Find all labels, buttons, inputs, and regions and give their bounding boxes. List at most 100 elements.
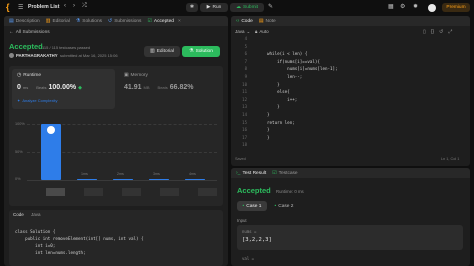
code-line: i++; <box>267 96 298 102</box>
lock-icon: 🔒︎ <box>255 29 258 34</box>
expand-icon[interactable]: ⤢ <box>448 29 452 35</box>
histogram-cell <box>122 188 141 196</box>
chart-bar-2ms[interactable] <box>113 178 133 180</box>
document-icon: ▤ <box>9 17 14 24</box>
submission-status: Accepted <box>9 42 43 51</box>
clock-icon: ◷ <box>17 73 22 78</box>
prev-problem-icon[interactable]: ‹ <box>64 3 66 9</box>
histogram-cell <box>160 188 179 196</box>
tab-solutions[interactable]: ⚗ Solutions <box>76 18 102 24</box>
case-2-tab[interactable]: • Case 2 <box>269 201 299 211</box>
tab-editorial[interactable]: ▥ Editorial <box>46 18 70 24</box>
submission-panel: ▤ Description ▥ Editorial ⚗ Solutions ↺ Subm… <box>4 16 228 266</box>
runtime-distribution-chart: 100% 50% 0% 1ms 2ms 3ms 4ms <box>9 122 223 206</box>
menu-icon[interactable]: ☰ <box>18 4 23 11</box>
submitted-time: submitted at Mar 16, 2025 15:06 <box>60 53 118 58</box>
arrow-left-icon: ← <box>9 30 14 35</box>
code-line: } <box>267 112 270 117</box>
editor-tab-bar: ‹› Code ▤ Note <box>231 16 470 26</box>
next-problem-icon[interactable]: › <box>73 3 75 9</box>
line-number: 7 <box>244 58 247 64</box>
line-number: 15 <box>242 119 247 125</box>
premium-button[interactable]: Premium <box>442 3 470 12</box>
avatar[interactable] <box>428 4 436 12</box>
submit-button[interactable]: ☁ Submit <box>230 3 264 12</box>
leetcode-logo-icon[interactable]: { <box>6 3 14 12</box>
test-tab-bar: ›_ Test Result ☑ Testcase <box>231 168 470 178</box>
chevron-down-icon: ⌄ <box>246 29 251 34</box>
line-number: 9 <box>244 74 247 79</box>
code-line-1: class Solution { <box>15 229 56 234</box>
editor-panel: ‹› Code ▤ Note Java ⌄ 🔒︎ Auto ▯ {} ↺ ⤢ 4 5 6 wh… <box>231 16 470 166</box>
dot-icon: • <box>242 203 245 209</box>
runtime-value-row: 0 ms Beats 100.00% ◆ <box>17 84 82 91</box>
chart-bar-3ms[interactable] <box>149 178 169 180</box>
param-value: [3,2,2,3] <box>242 237 272 243</box>
bookmark-icon[interactable]: ▯ <box>423 29 426 35</box>
histogram-cell <box>46 188 65 196</box>
input-box: nums = [3,2,2,3] <box>237 225 463 250</box>
line-number: 14 <box>242 112 247 117</box>
leaf-icon: ◆ <box>78 85 82 91</box>
tab-test-result[interactable]: ›_ Test Result <box>236 170 266 176</box>
test-runtime: Runtime: 0 ms <box>276 189 304 194</box>
line-number: 4 <box>244 36 247 41</box>
runtime-value: 0 <box>17 84 21 91</box>
book-open-icon: ▥ <box>149 48 155 54</box>
analyze-complexity-link[interactable]: ✦ Analyze Complexity <box>17 98 57 103</box>
line-number: 10 <box>242 81 247 87</box>
editorial-button[interactable]: ▥ Editorial <box>144 46 180 57</box>
auto-mode[interactable]: 🔒︎ Auto <box>255 29 269 34</box>
fire-icon[interactable]: ✹ <box>413 3 418 10</box>
chart-bar-4ms[interactable] <box>185 178 205 180</box>
runtime-card[interactable]: ◷ Runtime 0 ms Beats 100.00% ◆ ✦ Analyze C… <box>12 69 115 109</box>
memory-card[interactable]: ▣ Memory 41.91 MB Beats 66.82% <box>119 69 220 109</box>
y-axis-label-mid: 50% <box>15 150 23 154</box>
tab-note[interactable]: ▤ Note <box>258 17 276 24</box>
reset-icon[interactable]: ↺ <box>439 29 443 35</box>
debug-button[interactable]: ✱ <box>186 3 198 12</box>
all-submissions-link[interactable]: ← All Submissions <box>9 30 50 35</box>
run-label: Run <box>212 5 222 10</box>
notes-icon[interactable]: ✎ <box>268 3 273 10</box>
code-viewer: Code Java class Solution { public int re… <box>9 210 223 266</box>
code-line-4: int len=nums.length; <box>15 250 86 255</box>
shuffle-icon[interactable]: ⤮ <box>82 3 87 10</box>
code-line: if(nums[i]==val){ <box>267 58 320 64</box>
case-1-tab[interactable]: • Case 1 <box>237 201 267 211</box>
note-icon: ▤ <box>258 17 264 24</box>
problem-list-link[interactable]: Problem List <box>28 4 59 10</box>
braces-icon[interactable]: {} <box>431 29 434 35</box>
x-axis-label: 4ms <box>189 172 196 176</box>
language-select[interactable]: Java ⌄ <box>235 29 250 35</box>
flask-icon: ⚗ <box>189 48 194 54</box>
close-tab-icon[interactable]: × <box>178 19 181 24</box>
tab-submissions[interactable]: ↺ Submissions <box>108 18 141 24</box>
runtime-heading: ◷ Runtime <box>17 73 42 78</box>
x-axis-label: 3ms <box>153 172 160 176</box>
code-line: len--; <box>267 74 303 79</box>
memory-beats: 66.82% <box>169 84 194 91</box>
histogram-cell <box>103 188 122 196</box>
tab-description[interactable]: ▤ Description <box>9 17 40 24</box>
tab-testcase[interactable]: ☑ Testcase <box>272 170 297 176</box>
code-area[interactable]: 4 5 6 while(i < len) {7 if(nums[i]==val){8 … <box>231 36 470 154</box>
param-name: nums = <box>242 229 257 234</box>
check-square-icon: ☑ <box>147 17 152 24</box>
play-icon: ▶ <box>206 4 211 10</box>
chart-bar-1ms[interactable] <box>77 178 97 180</box>
histogram-cell <box>65 188 84 196</box>
bug-icon: ✱ <box>189 4 195 10</box>
author-name[interactable]: PARTHAGRAKATHY <box>16 53 58 58</box>
code-tab[interactable]: Code <box>13 212 24 217</box>
tab-code[interactable]: ‹› Code <box>236 18 253 24</box>
left-tab-bar: ▤ Description ▥ Editorial ⚗ Solutions ↺ Subm… <box>4 16 228 26</box>
solution-button[interactable]: ⚗ Solution <box>182 46 220 57</box>
histogram-cell <box>27 188 46 196</box>
tab-accepted[interactable]: ☑ Accepted × <box>147 17 181 24</box>
run-button[interactable]: ▶ Run <box>200 3 228 12</box>
layout-icon[interactable]: ▦ <box>388 3 394 10</box>
settings-icon[interactable]: ⚙ <box>400 3 405 10</box>
test-result-panel: ›_ Test Result ☑ Testcase Accepted Runtime… <box>231 168 470 266</box>
sparkle-icon: ✦ <box>17 98 21 103</box>
